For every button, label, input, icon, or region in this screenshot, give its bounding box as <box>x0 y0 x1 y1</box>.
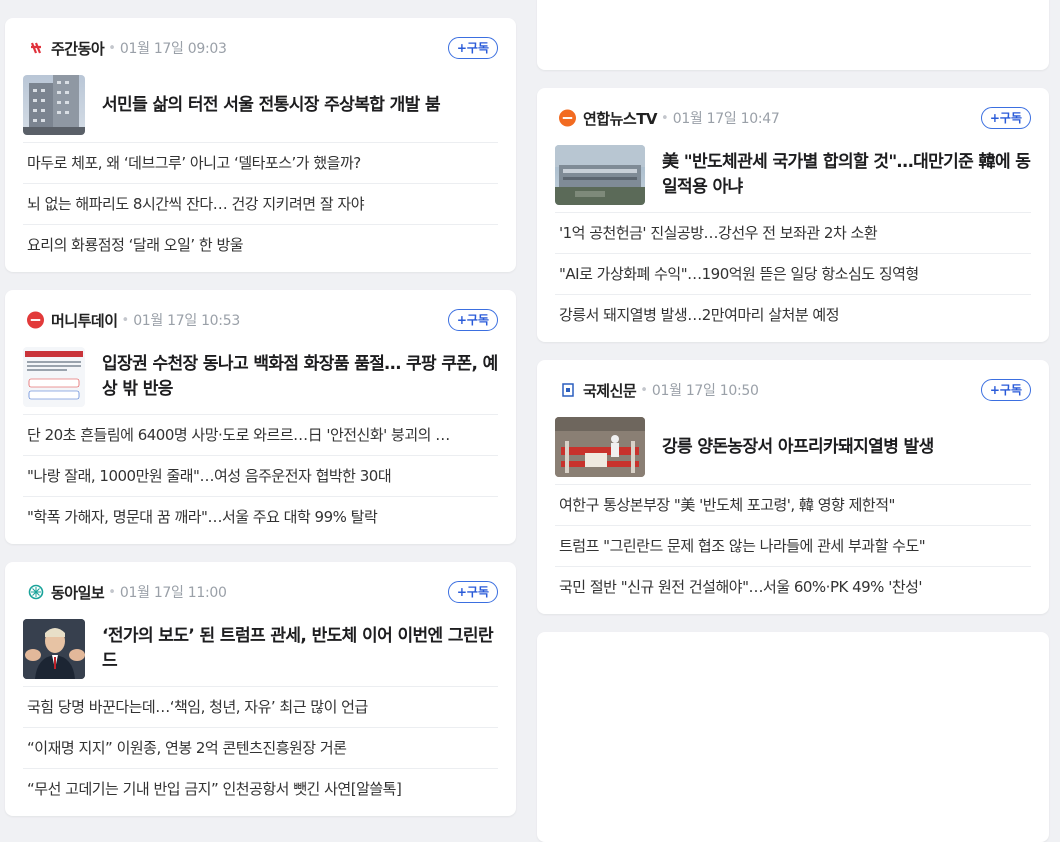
article-thumbnail <box>23 347 85 407</box>
card-header: 동아일보 • 01월 17일 11:00 +구독 <box>27 580 498 604</box>
list-item[interactable]: "학폭 가해자, 명문대 꿈 깨라"…서울 주요 대학 99% 탈락 <box>23 496 498 537</box>
weekly-donga-logo-icon <box>27 40 44 57</box>
related-articles-list: 국힘 당명 바꾼다는데…‘책임, 청년, 자유’ 최근 많이 언급 “이재명 지… <box>23 686 498 809</box>
main-article[interactable]: 입장권 수천장 동나고 백화점 화장품 품절… 쿠팡 쿠폰, 예상 밖 반응 <box>23 346 498 408</box>
article-thumbnail <box>555 417 645 477</box>
related-articles-list: 마두로 체포, 왜 ‘데브그루’ 아니고 ‘델타포스’가 했을까? 뇌 없는 해… <box>23 142 498 265</box>
article-thumbnail <box>23 619 85 679</box>
related-articles-list: '1억 공천헌금' 진실공방…강선우 전 보좌관 2차 소환 "AI로 가상화폐… <box>555 212 1031 335</box>
timestamp: 01월 17일 10:50 <box>651 383 759 399</box>
timestamp: 01월 17일 10:47 <box>672 111 780 127</box>
related-articles-list: 단 20초 흔들림에 6400명 사망·도로 와르르…日 '안전신화' 붕괴의 … <box>23 414 498 537</box>
list-item[interactable]: 트럼프 "그린란드 문제 협조 않는 나라들에 관세 부과할 수도" <box>555 525 1031 566</box>
yonhap-tv-logo-icon <box>559 109 576 127</box>
list-item[interactable]: “무선 고데기는 기내 반입 금지” 인천공항서 뺏긴 사연[알쓸톡] <box>23 768 498 809</box>
main-article[interactable]: 美 "반도체관세 국가별 합의할 것"…대만기준 韓에 동일적용 아냐 <box>555 144 1031 206</box>
main-article[interactable]: 서민들 삶의 터전 서울 전통시장 주상복합 개발 붐 <box>23 74 498 136</box>
card-header: 머니투데이 • 01월 17일 10:53 +구독 <box>27 308 498 332</box>
list-item[interactable]: 국민 절반 "신규 원전 건설해야"…서울 60%·PK 49% '찬성' <box>555 566 1031 607</box>
list-item[interactable]: 단 20초 흔들림에 6400명 사망·도로 와르르…日 '안전신화' 붕괴의 … <box>23 414 498 455</box>
press-name[interactable]: 연합뉴스TV <box>583 108 658 129</box>
news-card-weekly-donga: 주간동아 • 01월 17일 09:03 +구독 서민들 삶의 터전 서울 전통… <box>5 18 516 272</box>
subscribe-button[interactable]: +구독 <box>447 309 498 331</box>
list-item[interactable]: 국힘 당명 바꾼다는데…‘책임, 청년, 자유’ 최근 많이 언급 <box>23 686 498 727</box>
list-item[interactable]: 마두로 체포, 왜 ‘데브그루’ 아니고 ‘델타포스’가 했을까? <box>23 142 498 183</box>
news-card-partial-top <box>537 0 1049 70</box>
subscribe-button[interactable]: +구독 <box>980 379 1031 401</box>
article-headline[interactable]: ‘전가의 보도’ 된 트럼프 관세, 반도체 이어 이번엔 그린란드 <box>102 624 498 674</box>
card-header: 주간동아 • 01월 17일 09:03 +구독 <box>27 36 498 60</box>
list-item[interactable]: “이재명 지지” 이원종, 연봉 2억 콘텐츠진흥원장 거론 <box>23 727 498 768</box>
separator-dot: • <box>640 382 648 398</box>
news-card-money-today: 머니투데이 • 01월 17일 10:53 +구독 입장권 수천장 동나고 백화… <box>5 290 516 544</box>
article-headline[interactable]: 강릉 양돈농장서 아프리카돼지열병 발생 <box>662 435 934 460</box>
card-header: 연합뉴스TV • 01월 17일 10:47 +구독 <box>559 106 1031 130</box>
list-item[interactable]: "AI로 가상화폐 수익"…190억원 뜯은 일당 항소심도 징역형 <box>555 253 1031 294</box>
subscribe-button[interactable]: +구독 <box>980 107 1031 129</box>
main-article[interactable]: 강릉 양돈농장서 아프리카돼지열병 발생 <box>555 416 1031 478</box>
article-headline[interactable]: 美 "반도체관세 국가별 합의할 것"…대만기준 韓에 동일적용 아냐 <box>662 150 1031 200</box>
press-name[interactable]: 주간동아 <box>51 38 105 59</box>
article-thumbnail <box>555 145 645 205</box>
list-item[interactable]: "나랑 잘래, 1000만원 줄래"…여성 음주운전자 협박한 30대 <box>23 455 498 496</box>
related-articles-list: 여한구 통상본부장 "美 '반도체 포고령', 韓 영향 제한적" 트럼프 "그… <box>555 484 1031 607</box>
separator-dot: • <box>121 312 130 328</box>
press-name[interactable]: 머니투데이 <box>51 310 118 331</box>
separator-dot: • <box>661 110 669 126</box>
card-header: 국제신문 • 01월 17일 10:50 +구독 <box>559 378 1031 402</box>
subscribe-button[interactable]: +구독 <box>447 37 498 59</box>
timestamp: 01월 17일 11:00 <box>119 585 227 601</box>
news-card-kookje: 국제신문 • 01월 17일 10:50 +구독 강릉 양돈농장서 아프리카돼지… <box>537 360 1049 614</box>
press-name[interactable]: 국제신문 <box>583 380 637 401</box>
news-card-empty-bottom <box>537 632 1049 842</box>
list-item[interactable]: 뇌 없는 해파리도 8시간씩 잔다… 건강 지키려면 잘 자야 <box>23 183 498 224</box>
list-item[interactable]: 강릉서 돼지열병 발생…2만여마리 살처분 예정 <box>555 294 1031 335</box>
list-item[interactable]: 여한구 통상본부장 "美 '반도체 포고령', 韓 영향 제한적" <box>555 484 1031 525</box>
news-card-donga-ilbo: 동아일보 • 01월 17일 11:00 +구독 ‘전가의 보도’ 된 트럼프 … <box>5 562 516 816</box>
press-name[interactable]: 동아일보 <box>51 582 105 603</box>
separator-dot: • <box>108 40 116 56</box>
timestamp: 01월 17일 10:53 <box>133 313 240 329</box>
article-thumbnail <box>23 75 85 135</box>
article-headline[interactable]: 서민들 삶의 터전 서울 전통시장 주상복합 개발 붐 <box>102 93 441 118</box>
kookje-logo-icon <box>559 382 576 399</box>
timestamp: 01월 17일 09:03 <box>119 41 227 57</box>
article-headline[interactable]: 입장권 수천장 동나고 백화점 화장품 품절… 쿠팡 쿠폰, 예상 밖 반응 <box>102 352 498 402</box>
donga-ilbo-logo-icon <box>27 584 44 601</box>
list-item[interactable]: 요리의 화룡점정 ‘달래 오일’ 한 방울 <box>23 224 498 265</box>
main-article[interactable]: ‘전가의 보도’ 된 트럼프 관세, 반도체 이어 이번엔 그린란드 <box>23 618 498 680</box>
list-item[interactable]: '1억 공천헌금' 진실공방…강선우 전 보좌관 2차 소환 <box>555 212 1031 253</box>
subscribe-button[interactable]: +구독 <box>447 581 498 603</box>
money-today-logo-icon <box>27 311 44 329</box>
separator-dot: • <box>108 584 116 600</box>
news-card-yonhap-tv: 연합뉴스TV • 01월 17일 10:47 +구독 美 "반도체관세 국가별 … <box>537 88 1049 342</box>
